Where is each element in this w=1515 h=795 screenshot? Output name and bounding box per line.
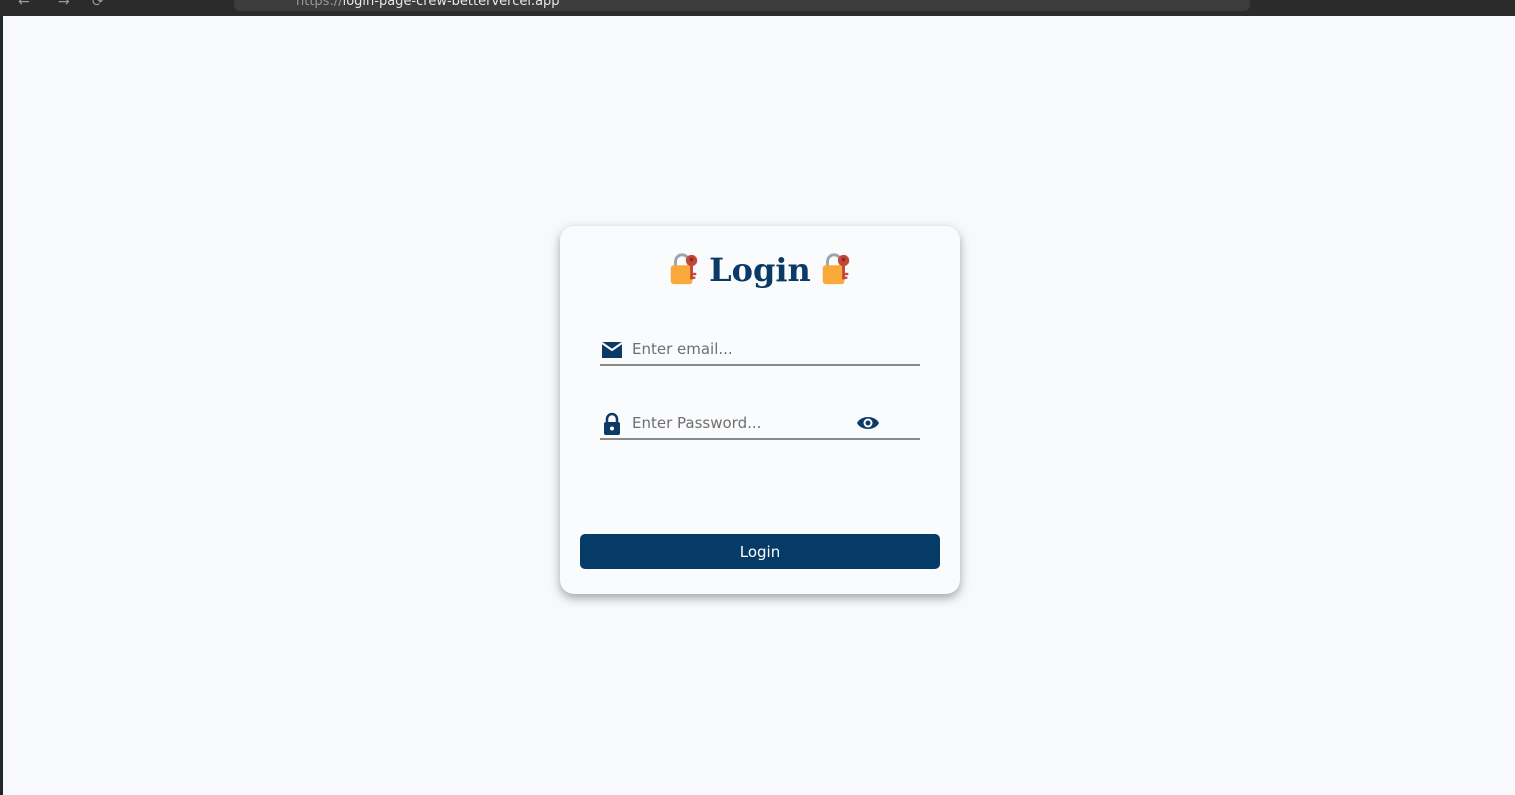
email-input[interactable] [632,334,852,364]
mail-icon [601,342,623,358]
password-input[interactable] [632,408,852,438]
reload-icon[interactable]: ⟳ [92,0,104,10]
lock-icon [604,412,620,435]
address-url: https://login-page-crew-bettervercel.app [296,0,560,9]
login-card: Login Login [560,226,960,594]
title-text: Login [709,251,811,289]
login-button[interactable]: Login [580,534,940,569]
browser-toolbar: ← → ⟳ https://login-page-crew-betterverc… [0,0,1515,16]
password-field-group [600,408,920,440]
locked-with-key-icon [822,252,850,284]
page-title: Login [560,250,960,290]
window-edge [0,16,3,795]
locked-with-key-icon [670,252,698,284]
email-field-group [600,334,920,366]
back-icon[interactable]: ← [18,0,30,10]
eye-icon[interactable] [856,414,880,432]
forward-icon[interactable]: → [58,0,70,10]
